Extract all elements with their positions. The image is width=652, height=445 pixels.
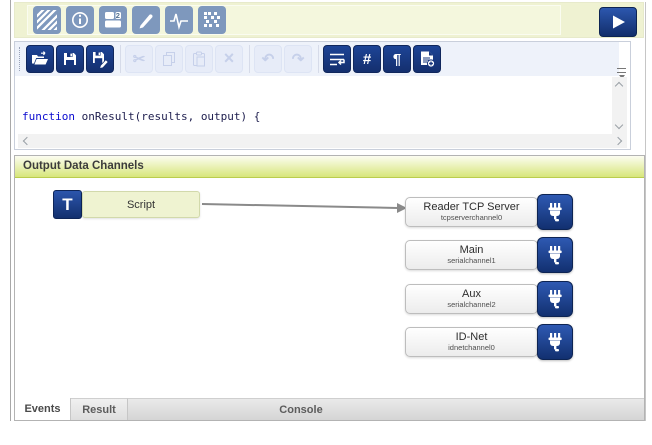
save-button[interactable] (56, 45, 84, 73)
run-button[interactable] (599, 7, 637, 37)
word-wrap-icon (328, 51, 346, 67)
formatting-marks-button[interactable]: ¶ (383, 45, 411, 73)
bottom-tab-bar: Events Result Console (15, 398, 644, 420)
top-toolbar-icon-strip: 2 (27, 5, 561, 35)
plug-icon (545, 201, 565, 223)
pencil-glyph (136, 10, 156, 30)
script-node-label: Script (82, 191, 200, 218)
code-keyword: function (22, 110, 75, 123)
overflow-lines-icon (617, 68, 626, 73)
channel-row: Aux serialchannel2 (405, 281, 577, 317)
channel-subtitle: tcpserverchannel0 (406, 213, 537, 222)
channel-title: Main (406, 244, 537, 256)
open-folder-icon (31, 51, 49, 67)
script-node[interactable]: T Script (53, 190, 200, 219)
channel-title: Aux (406, 288, 537, 300)
signal-waveform-icon[interactable] (165, 6, 193, 34)
stripes-glyph (37, 10, 57, 30)
toolbar-separator (318, 45, 319, 73)
hash-icon: # (363, 52, 371, 67)
app-window: 2 (0, 0, 652, 445)
save-as-button[interactable] (86, 45, 114, 73)
info-icon[interactable] (66, 6, 94, 34)
scissors-icon: ✂ (133, 52, 146, 67)
channel-title: ID-Net (406, 331, 537, 343)
connection-arrow (201, 196, 413, 218)
undo-button: ↶ (254, 45, 282, 73)
save-as-icon (91, 50, 109, 68)
channel-subtitle: serialchannel1 (406, 256, 537, 265)
output-data-channels-panel: Output Data Channels T Script Reader TCP… (14, 155, 645, 421)
code-text: onResult(results, output) { (75, 110, 260, 123)
channel-subtitle: serialchannel2 (406, 300, 537, 309)
redo-button: ↷ (284, 45, 312, 73)
channel-plug-button[interactable] (537, 324, 573, 360)
plug-icon (545, 288, 565, 310)
edit-pencil-icon[interactable] (132, 6, 160, 34)
new-template-button[interactable] (413, 45, 441, 73)
script-t-icon: T (53, 190, 82, 219)
waveform-glyph (169, 10, 189, 30)
panel-title: Output Data Channels (15, 156, 644, 178)
plug-icon (545, 244, 565, 266)
layout-panels-icon[interactable]: 2 (99, 6, 127, 34)
matrix-glyph (202, 10, 222, 30)
channel-reader-tcp-server[interactable]: Reader TCP Server tcpserverchannel0 (405, 197, 538, 227)
channel-title: Reader TCP Server (406, 201, 537, 213)
code-matrix-icon[interactable] (198, 6, 226, 34)
channel-row: ID-Net idnetchannel0 (405, 324, 577, 360)
delete-button: × (215, 45, 243, 73)
editor-toolbar: ✂ × ↶ (15, 42, 619, 76)
line-numbers-button[interactable]: # (353, 45, 381, 73)
toolbar-separator (249, 45, 250, 73)
code-line: function onResult(results, output) { (22, 109, 610, 124)
channel-plug-button[interactable] (537, 237, 573, 273)
tab-result[interactable]: Result (71, 398, 128, 420)
channel-plug-button[interactable] (537, 194, 573, 230)
layout-glyph: 2 (103, 10, 123, 30)
toolbar-separator (120, 45, 121, 73)
channel-row: Reader TCP Server tcpserverchannel0 (405, 194, 577, 230)
channel-row: Main serialchannel1 (405, 237, 577, 273)
word-wrap-button[interactable] (323, 45, 351, 73)
play-icon (606, 12, 630, 32)
scroll-down-icon[interactable] (615, 121, 623, 129)
redo-arrow-icon: ↷ (292, 52, 305, 67)
copy-icon (161, 51, 177, 67)
editor-vertical-scrollbar[interactable] (612, 77, 627, 134)
top-toolbar: 2 (14, 2, 644, 38)
code-editor[interactable]: function onResult(results, output) { // … (15, 76, 630, 137)
info-glyph (70, 10, 90, 30)
plug-icon (545, 331, 565, 353)
window-left-border (10, 0, 11, 421)
layout-badge: 2 (116, 11, 120, 20)
undo-arrow-icon: ↶ (262, 52, 275, 67)
scroll-right-icon[interactable] (614, 137, 622, 145)
editor-horizontal-scrollbar[interactable] (18, 134, 627, 148)
open-file-button[interactable] (26, 45, 54, 73)
template-plus-icon (418, 50, 436, 68)
channel-subtitle: idnetchannel0 (406, 343, 537, 352)
paste-icon (191, 51, 207, 67)
save-floppy-icon (62, 51, 78, 67)
cut-button: ✂ (125, 45, 153, 73)
scroll-left-icon[interactable] (23, 137, 31, 145)
channel-id-net[interactable]: ID-Net idnetchannel0 (405, 327, 538, 357)
window-right-border (645, 2, 646, 421)
tab-events[interactable]: Events (15, 398, 71, 420)
script-editor-panel: ✂ × ↶ (14, 41, 631, 150)
channel-aux[interactable]: Aux serialchannel2 (405, 284, 538, 314)
channel-plug-button[interactable] (537, 281, 573, 317)
paste-button (185, 45, 213, 73)
channels-canvas: T Script Reader TCP Server tcpserverchan… (15, 178, 644, 398)
channel-main[interactable]: Main serialchannel1 (405, 240, 538, 270)
tab-console[interactable]: Console (128, 398, 644, 420)
delete-x-icon: × (224, 49, 235, 67)
scroll-up-icon[interactable] (615, 82, 623, 90)
copy-button (155, 45, 183, 73)
toolbar-drag-handle[interactable] (19, 47, 21, 71)
pilcrow-icon: ¶ (393, 52, 401, 67)
image-stripes-icon[interactable] (33, 6, 61, 34)
